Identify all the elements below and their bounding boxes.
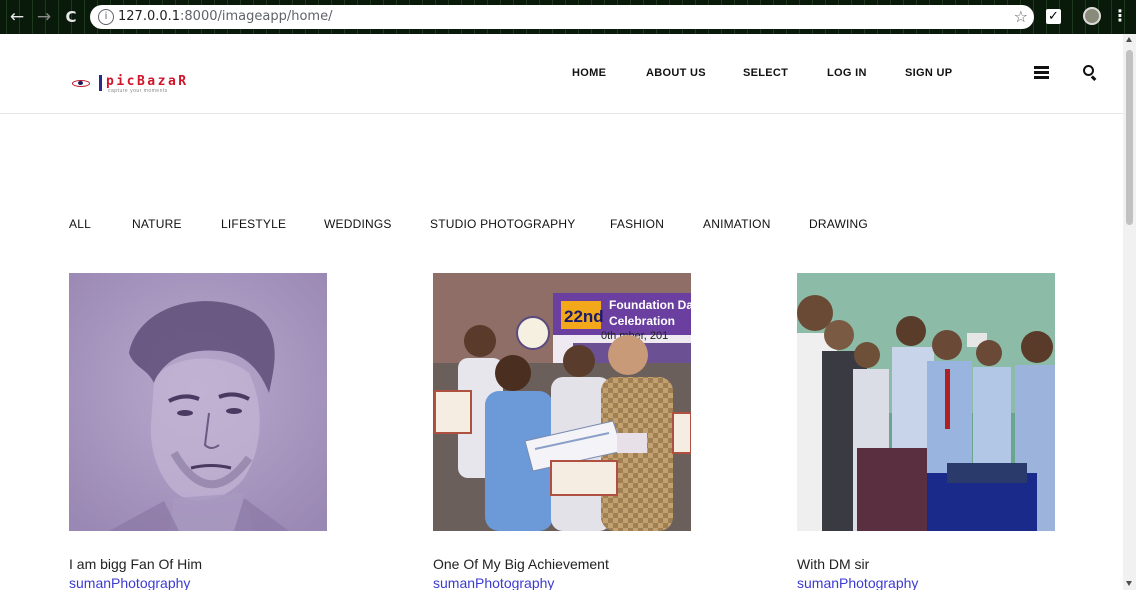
forward-icon[interactable]: →: [33, 6, 55, 28]
card-author-link[interactable]: sumanPhotography: [69, 575, 190, 590]
card-author-link[interactable]: sumanPhotography: [797, 575, 918, 590]
site-info-icon[interactable]: i: [98, 9, 114, 25]
nav-home[interactable]: HOME: [572, 67, 606, 79]
logo-text: picBazaR: [106, 74, 189, 89]
profile-avatar[interactable]: [1083, 7, 1101, 25]
url-host: 127.0.0.1: [118, 9, 181, 24]
filter-nature[interactable]: NATURE: [132, 217, 182, 231]
gallery-card[interactable]: With DM sir sumanPhotography: [797, 273, 1055, 590]
filter-all[interactable]: ALL: [69, 217, 91, 231]
card-author-link[interactable]: sumanPhotography: [433, 575, 554, 590]
banner-line2: Foundation Day: [609, 298, 691, 312]
banner-number: 22nd: [564, 307, 604, 326]
site-logo[interactable]: picBazaR capture your moments: [70, 74, 230, 94]
page-content: picBazaR capture your moments HOME ABOUT…: [0, 34, 1123, 590]
logo-divider: [99, 75, 102, 91]
address-bar[interactable]: i 127.0.0.1:8000/imageapp/home/ ☆: [90, 5, 1034, 29]
scrollbar-thumb[interactable]: [1126, 50, 1133, 225]
nav-log-in[interactable]: LOG IN: [827, 67, 867, 79]
logo-eye-icon: [72, 80, 90, 87]
filter-fashion[interactable]: FASHION: [610, 217, 664, 231]
browser-menu-icon[interactable]: ⋮: [1112, 6, 1128, 25]
nav-about-us[interactable]: ABOUT US: [646, 67, 706, 79]
scroll-up-icon[interactable]: [1126, 37, 1132, 42]
gallery-card[interactable]: I am bigg Fan Of Him sumanPhotography: [69, 273, 327, 590]
logo-tagline: capture your moments: [108, 88, 168, 94]
filter-studio-photography[interactable]: STUDIO PHOTOGRAPHY: [430, 217, 575, 231]
nav-select[interactable]: SELECT: [743, 67, 788, 79]
bookmark-star-icon[interactable]: ☆: [1014, 7, 1028, 26]
banner-line3: Celebration: [609, 314, 675, 328]
card-photo-dm-sir[interactable]: [797, 273, 1055, 531]
scroll-down-icon[interactable]: [1126, 581, 1132, 586]
browser-toolbar: ← → C i 127.0.0.1:8000/imageapp/home/ ☆ …: [0, 0, 1136, 34]
url-text[interactable]: 127.0.0.1:8000/imageapp/home/: [118, 9, 332, 24]
filter-drawing[interactable]: DRAWING: [809, 217, 868, 231]
card-photo-sketch[interactable]: [69, 273, 327, 531]
hamburger-menu-icon[interactable]: [1034, 66, 1049, 79]
extension-check-icon[interactable]: ✓: [1046, 9, 1061, 24]
page-scrollbar[interactable]: [1123, 34, 1136, 590]
back-icon[interactable]: ←: [6, 6, 28, 28]
filter-lifestyle[interactable]: LIFESTYLE: [221, 217, 286, 231]
card-title[interactable]: I am bigg Fan Of Him: [69, 556, 202, 572]
filter-weddings[interactable]: WEDDINGS: [324, 217, 392, 231]
search-icon[interactable]: [1083, 65, 1097, 81]
url-path: :8000/imageapp/home/: [180, 9, 333, 24]
nav-sign-up[interactable]: SIGN UP: [905, 67, 952, 79]
card-title[interactable]: With DM sir: [797, 556, 869, 572]
card-title[interactable]: One Of My Big Achievement: [433, 556, 609, 572]
card-photo-achievement[interactable]: 22nd Foundation Day Celebration 0th mber…: [433, 273, 691, 531]
reload-icon[interactable]: C: [60, 6, 82, 28]
gallery-card[interactable]: 22nd Foundation Day Celebration 0th mber…: [433, 273, 691, 590]
filter-animation[interactable]: ANIMATION: [703, 217, 771, 231]
site-header: picBazaR capture your moments HOME ABOUT…: [0, 34, 1123, 114]
